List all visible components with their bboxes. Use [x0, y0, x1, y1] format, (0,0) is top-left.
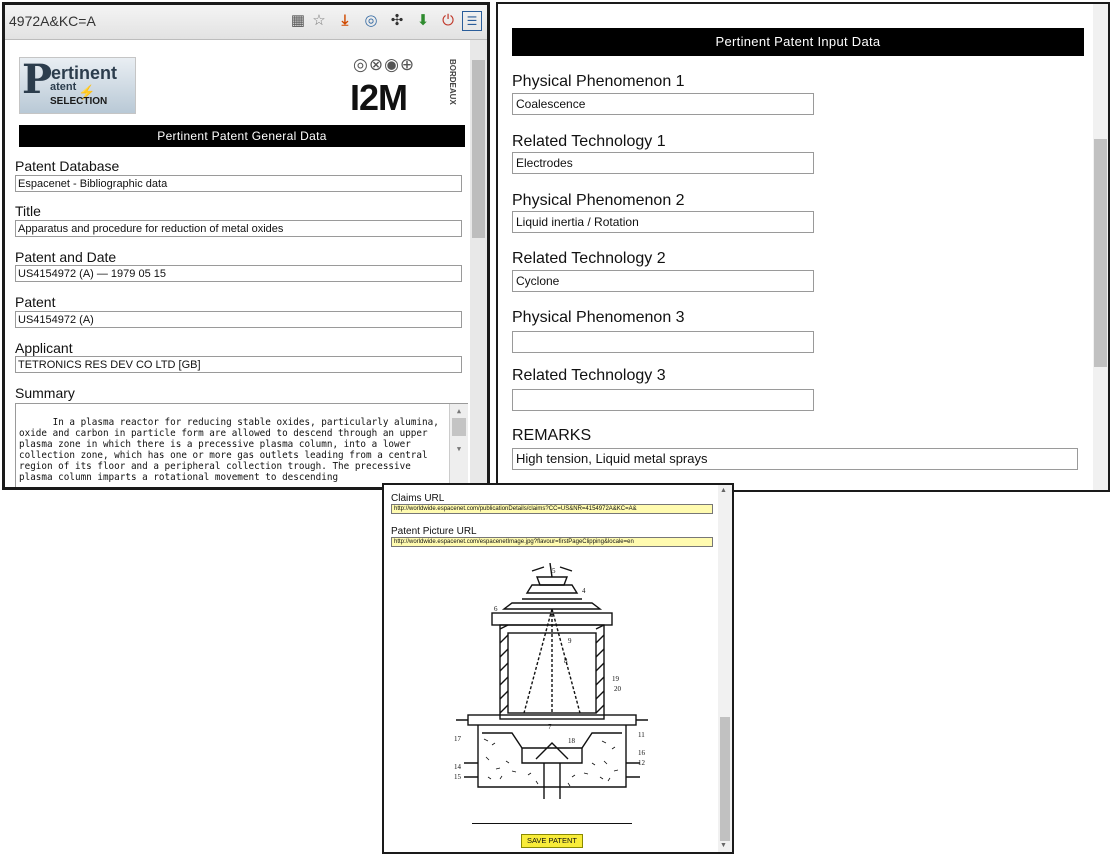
database-label: Patent Database [15, 158, 120, 174]
svg-text:8: 8 [564, 657, 568, 665]
summary-scroll-thumb[interactable] [452, 418, 466, 436]
save-patent-button[interactable]: SAVE PATENT [521, 834, 583, 848]
svg-text:12: 12 [638, 759, 646, 767]
related-technology-2-input[interactable]: Cyclone [512, 270, 814, 292]
logo-letter: P [22, 56, 53, 103]
general-data-banner: Pertinent Patent General Data [19, 125, 465, 147]
download-icon[interactable]: ⤓ [335, 11, 355, 31]
svg-text:19: 19 [612, 675, 620, 683]
title-field[interactable]: Apparatus and procedure for reduction of… [15, 220, 462, 237]
claims-url-field[interactable]: http://worldwide.espacenet.com/publicati… [391, 504, 713, 514]
patent-urls-window: Claims URL http://worldwide.espacenet.co… [382, 483, 734, 854]
picture-url-label: Patent Picture URL [391, 526, 477, 537]
left-scrollbar-thumb[interactable] [472, 60, 485, 238]
panel-icon[interactable]: ☰ [462, 11, 482, 31]
svg-text:17: 17 [454, 735, 462, 743]
scroll-up-icon[interactable]: ▲ [451, 406, 467, 415]
claims-url-label: Claims URL [391, 493, 445, 504]
related-technology-1-label: Related Technology 1 [512, 133, 666, 150]
related-technology-3-label: Related Technology 3 [512, 367, 666, 384]
i2m-text: I2M [350, 77, 408, 118]
patent-input-data-window: Pertinent Patent Input Data Physical Phe… [496, 2, 1110, 492]
qr-icon[interactable]: ▦ [288, 11, 308, 31]
scroll-down-icon[interactable]: ▼ [451, 444, 467, 453]
related-technology-1-input[interactable]: Electrodes [512, 152, 814, 174]
svg-text:14: 14 [454, 763, 462, 771]
summary-label: Summary [15, 385, 75, 401]
patent-field[interactable]: US4154972 (A) [15, 311, 462, 328]
i2m-logo: ◎⊗◉⊕ I2M BORDEAUX [350, 55, 462, 118]
scroll-up-icon[interactable]: ▲ [720, 487, 727, 494]
svg-text:11: 11 [638, 731, 645, 739]
separator-line [472, 823, 632, 824]
target-icon[interactable]: ◎ [361, 11, 381, 31]
right-scrollbar-thumb[interactable] [1094, 139, 1107, 367]
svg-text:4: 4 [582, 587, 586, 595]
svg-text:7: 7 [548, 723, 552, 731]
address-bar-url[interactable]: 4972A&KC=A [9, 13, 96, 29]
physical-phenomenon-1-label: Physical Phenomenon 1 [512, 73, 685, 90]
puzzle-icon[interactable]: ✣ [387, 11, 407, 31]
power-icon[interactable]: ⏻ [438, 11, 458, 31]
patent-label: Patent [15, 294, 56, 310]
svg-text:16: 16 [638, 749, 646, 757]
scroll-down-icon[interactable]: ▼ [720, 842, 727, 849]
bottom-scrollbar-thumb[interactable] [720, 717, 730, 841]
physical-phenomenon-2-input[interactable]: Liquid inertia / Rotation [512, 211, 814, 233]
input-data-banner: Pertinent Patent Input Data [512, 28, 1084, 56]
left-scrollbar[interactable] [470, 40, 487, 487]
logo-selection: SELECTION [50, 96, 108, 107]
svg-text:6: 6 [494, 605, 498, 613]
remarks-input[interactable]: High tension, Liquid metal sprays [512, 448, 1078, 470]
summary-text: In a plasma reactor for reducing stable … [19, 417, 445, 483]
title-label: Title [15, 203, 41, 219]
left-content: P ertinent atent ⚡ SELECTION ◎⊗◉⊕ I2M BO… [5, 40, 468, 487]
patent-general-data-window: 4972A&KC=A ▦ ☆ ⤓ ◎ ✣ ⬇ ⏻ ☰ P ertinent at… [2, 2, 490, 490]
svg-text:20: 20 [614, 685, 622, 693]
physical-phenomenon-1-input[interactable]: Coalescence [512, 93, 814, 115]
bottom-scrollbar[interactable]: ▲ ▼ [718, 485, 732, 852]
svg-text:18: 18 [568, 737, 576, 745]
star-icon[interactable]: ☆ [309, 11, 329, 31]
patent-date-field[interactable]: US4154972 (A) — 1979 05 15 [15, 265, 462, 282]
database-field[interactable]: Espacenet - Bibliographic data [15, 175, 462, 192]
applicant-field[interactable]: TETRONICS RES DEV CO LTD [GB] [15, 356, 462, 373]
related-technology-3-input[interactable] [512, 389, 814, 411]
right-scrollbar[interactable] [1093, 4, 1108, 490]
patent-drawing: 5 4 6 9 8 19 20 17 14 15 11 16 12 7 18 [454, 563, 648, 799]
svg-text:5: 5 [552, 567, 556, 575]
picture-url-field[interactable]: http://worldwide.espacenet.com/espacenet… [391, 537, 713, 547]
physical-phenomenon-3-label: Physical Phenomenon 3 [512, 309, 685, 326]
browser-address-bar[interactable]: 4972A&KC=A ▦ ☆ ⤓ ◎ ✣ ⬇ ⏻ ☰ [5, 5, 487, 40]
summary-textarea[interactable]: In a plasma reactor for reducing stable … [15, 403, 468, 487]
i2m-symbols-icon: ◎⊗◉⊕ [353, 55, 416, 74]
remarks-label: REMARKS [512, 427, 592, 444]
i2m-bordeaux: BORDEAUX [448, 59, 457, 105]
patent-date-label: Patent and Date [15, 249, 117, 265]
related-technology-2-label: Related Technology 2 [512, 250, 666, 267]
svg-text:9: 9 [568, 637, 572, 645]
svg-text:15: 15 [454, 773, 462, 781]
physical-phenomenon-2-label: Physical Phenomenon 2 [512, 192, 685, 209]
logo-small: atent [50, 81, 77, 93]
summary-scrollbar[interactable]: ▲ ▼ [449, 404, 468, 487]
physical-phenomenon-3-input[interactable] [512, 331, 814, 353]
pertinent-patent-logo: P ertinent atent ⚡ SELECTION [19, 56, 136, 114]
applicant-label: Applicant [15, 340, 73, 356]
arrow-down-icon[interactable]: ⬇ [413, 11, 433, 31]
